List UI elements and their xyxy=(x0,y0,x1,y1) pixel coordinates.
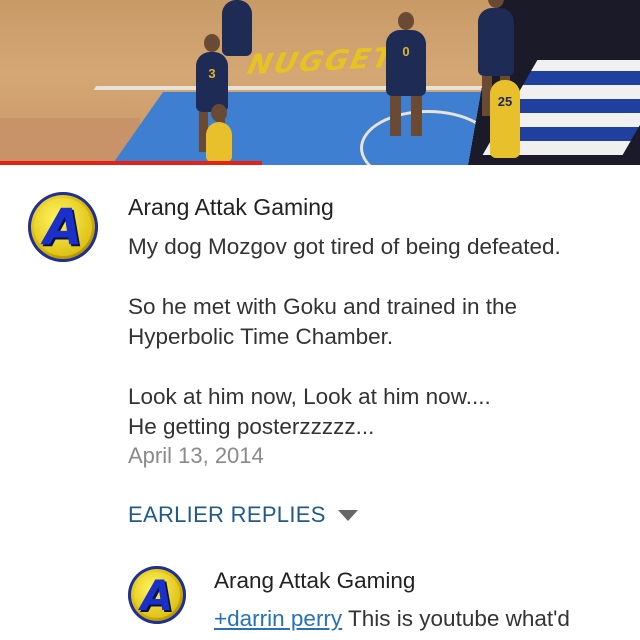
player: 3 xyxy=(196,34,228,152)
player xyxy=(222,0,252,56)
avatar-letter: A xyxy=(43,198,83,256)
player: 25 xyxy=(490,80,520,158)
player xyxy=(206,104,232,162)
earlier-replies-button[interactable]: EARLIER REPLIES xyxy=(128,502,358,528)
player: 0 xyxy=(386,12,426,136)
comment-date: April 13, 2014 xyxy=(128,443,264,468)
video-progress-bar[interactable] xyxy=(0,161,263,165)
reply-author[interactable]: Arang Attak Gaming xyxy=(214,568,415,594)
earlier-replies-label: EARLIER REPLIES xyxy=(128,502,326,527)
mention-link[interactable]: +darrin perry xyxy=(214,606,342,631)
comment-body: My dog Mozgov got tired of being defeate… xyxy=(128,232,628,442)
avatar-letter: A xyxy=(140,570,174,620)
comment-line: He getting posterzzzzz... xyxy=(128,414,375,439)
comment-author[interactable]: Arang Attak Gaming xyxy=(128,194,334,221)
reply-body: +darrin perry This is youtube what'd xyxy=(214,606,570,632)
comment-paragraph: My dog Mozgov got tired of being defeate… xyxy=(128,232,628,262)
reply-text: This is youtube what'd xyxy=(342,606,570,631)
comment-line: My dog Mozgov got tired of being defeate… xyxy=(128,234,561,259)
player xyxy=(478,0,514,116)
caret-down-icon xyxy=(337,509,358,521)
video-player[interactable]: NUGGETS 3 0 25 xyxy=(0,0,640,165)
comment-line: Look at him now, Look at him now.... xyxy=(128,384,491,409)
reply-avatar[interactable]: A xyxy=(128,566,186,624)
comment-paragraph: Look at him now, Look at him now.... He … xyxy=(128,382,628,442)
comment-paragraph: So he met with Goku and trained in the H… xyxy=(128,292,628,352)
comment-line: Hyperbolic Time Chamber. xyxy=(128,324,394,349)
avatar[interactable]: A xyxy=(28,192,98,262)
comment-line: So he met with Goku and trained in the xyxy=(128,294,517,319)
